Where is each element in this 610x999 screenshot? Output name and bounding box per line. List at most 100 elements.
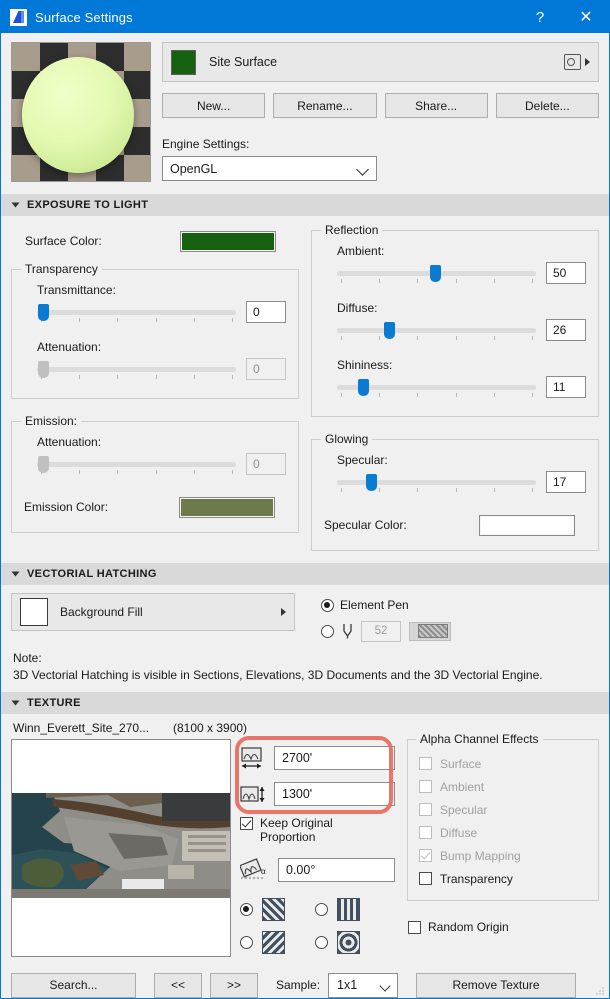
- keep-proportion-row[interactable]: Keep Original Proportion: [240, 816, 395, 844]
- orientation-radio-1[interactable]: [240, 902, 253, 916]
- texture-height-input[interactable]: 1300': [274, 782, 395, 807]
- random-origin-checkbox[interactable]: [408, 920, 421, 934]
- alpha-diffuse-row: Diffuse: [419, 821, 588, 844]
- slider-ticks: [337, 336, 536, 341]
- alpha-ambient-row: Ambient: [419, 775, 588, 798]
- surface-color-row: Surface Color:: [25, 230, 299, 252]
- specular-slider[interactable]: [337, 474, 536, 497]
- surface-popup-controls[interactable]: [564, 54, 590, 70]
- collapse-triangle-icon: [11, 700, 20, 706]
- custom-pen-row[interactable]: 52: [321, 619, 599, 643]
- note-title: Note:: [13, 651, 42, 665]
- chevron-right-icon[interactable]: [585, 58, 590, 66]
- custom-pen-radio[interactable]: [321, 624, 334, 638]
- pen-color-swatch[interactable]: [409, 621, 451, 641]
- hatch-pattern-radial-icon[interactable]: [337, 930, 360, 954]
- help-button[interactable]: ?: [517, 1, 563, 33]
- transmittance-block: Transmittance: 0: [24, 283, 286, 327]
- orientation-row-2: [240, 930, 395, 954]
- share-button[interactable]: Share...: [384, 93, 488, 118]
- resize-grip-icon[interactable]: [595, 985, 605, 995]
- slider-knob[interactable]: [383, 322, 395, 339]
- hatch-pattern-chevron-h-icon[interactable]: [262, 930, 285, 954]
- orientation-radio-4[interactable]: [315, 935, 328, 949]
- specular-value[interactable]: 17: [546, 471, 586, 493]
- orientation-option-4[interactable]: [315, 930, 390, 954]
- section-texture[interactable]: TEXTURE: [1, 692, 609, 715]
- remove-texture-button[interactable]: Remove Texture: [416, 972, 577, 998]
- random-origin-label: Random Origin: [428, 920, 509, 935]
- fill-swatch: [20, 598, 48, 626]
- transmittance-value[interactable]: 0: [246, 301, 286, 323]
- diffuse-value[interactable]: 26: [546, 319, 586, 341]
- glowing-title: Glowing: [321, 432, 373, 446]
- transparency-attenuation-label: Attenuation:: [37, 340, 102, 354]
- surface-color-swatch[interactable]: [180, 230, 276, 252]
- surface-swatch: [171, 49, 196, 75]
- alpha-transparency-checkbox[interactable]: [419, 872, 432, 886]
- chevron-down-icon: [379, 980, 391, 992]
- ambient-slider[interactable]: [337, 265, 536, 288]
- new-button[interactable]: New...: [162, 93, 266, 118]
- orientation-option-2[interactable]: [315, 897, 390, 921]
- previous-texture-button[interactable]: <<: [154, 972, 202, 998]
- collapse-triangle-icon: [11, 202, 20, 208]
- alpha-bump-mapping-row: Bump Mapping: [419, 844, 588, 867]
- emission-color-swatch[interactable]: [179, 496, 275, 518]
- collapse-triangle-icon: [11, 571, 20, 577]
- shininess-block: Shininess: 11: [324, 358, 586, 402]
- emission-attenuation-slider: [37, 456, 236, 479]
- texture-width-input[interactable]: 2700': [274, 746, 395, 771]
- hatch-pattern-chevron-v-icon[interactable]: [337, 897, 360, 921]
- background-fill-selector[interactable]: Background Fill: [11, 593, 295, 631]
- slider-knob[interactable]: [37, 304, 49, 321]
- section-exposure-to-light[interactable]: EXPOSURE TO LIGHT: [1, 194, 609, 216]
- diffuse-slider[interactable]: [337, 322, 536, 345]
- texture-rotation-input[interactable]: 0.00°: [278, 857, 395, 882]
- engine-settings-select[interactable]: OpenGL: [162, 156, 377, 181]
- slider-knob[interactable]: [365, 474, 377, 491]
- texture-width-icon: [240, 747, 266, 769]
- ambient-value[interactable]: 50: [546, 262, 586, 284]
- image-preview-icon[interactable]: [564, 54, 581, 70]
- emission-title: Emission:: [21, 414, 82, 428]
- sample-select[interactable]: 1x1: [328, 972, 399, 998]
- section-vectorial-hatching[interactable]: VECTORIAL HATCHING: [1, 563, 609, 585]
- archicad-logo-icon: [10, 8, 27, 26]
- exposure-right-column: Reflection Ambient: 50 Diffuse: 26 Shini…: [311, 216, 599, 551]
- surface-selector[interactable]: Site Surface: [162, 42, 599, 82]
- next-texture-button[interactable]: >>: [210, 972, 258, 998]
- alpha-transparency-row[interactable]: Transparency: [419, 867, 588, 890]
- transmittance-slider[interactable]: [37, 304, 236, 327]
- close-button[interactable]: ✕: [563, 1, 609, 33]
- search-button[interactable]: Search...: [11, 972, 136, 998]
- alpha-channel-title: Alpha Channel Effects: [416, 732, 543, 747]
- orientation-radio-3[interactable]: [240, 935, 253, 949]
- element-pen-radio-row[interactable]: Element Pen: [321, 595, 599, 615]
- shininess-slider[interactable]: [337, 379, 536, 402]
- shininess-value[interactable]: 11: [546, 376, 586, 398]
- hatch-pattern-diagonal-icon[interactable]: [262, 897, 285, 921]
- surface-controls: Site Surface New... Rename... Share... D…: [162, 42, 599, 182]
- pen-number-input[interactable]: 52: [361, 620, 401, 642]
- alpha-bump-mapping-checkbox: [419, 849, 432, 863]
- section-texture-title: TEXTURE: [27, 697, 81, 710]
- slider-knob[interactable]: [429, 265, 441, 282]
- texture-preview[interactable]: [11, 739, 231, 958]
- orientation-option-3[interactable]: [240, 930, 315, 954]
- slider-knob[interactable]: [357, 379, 369, 396]
- diffuse-label: Diffuse:: [337, 301, 378, 315]
- rename-button[interactable]: Rename...: [273, 93, 377, 118]
- transparency-attenuation-value: 0: [246, 358, 286, 380]
- specular-color-swatch[interactable]: [479, 514, 575, 536]
- keep-proportion-checkbox[interactable]: [240, 817, 253, 831]
- emission-color-label: Emission Color:: [24, 500, 109, 514]
- random-origin-row[interactable]: Random Origin: [408, 920, 599, 934]
- chevron-right-icon[interactable]: [281, 608, 286, 616]
- specular-block: Specular: 17: [324, 453, 586, 497]
- delete-button[interactable]: Delete...: [495, 93, 599, 118]
- orientation-option-1[interactable]: [240, 897, 315, 921]
- orientation-radio-2[interactable]: [315, 902, 328, 916]
- element-pen-radio[interactable]: [321, 598, 334, 612]
- aerial-photo-thumbnail: [12, 793, 230, 899]
